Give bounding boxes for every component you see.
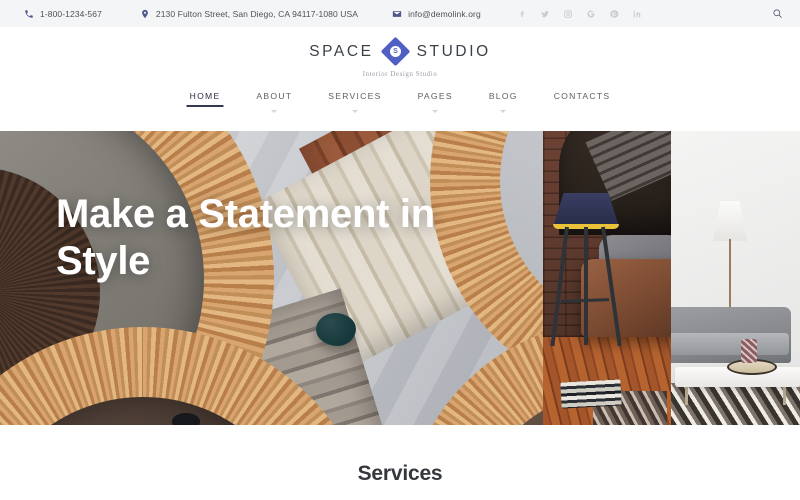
chevron-down-icon bbox=[432, 110, 438, 113]
social-links bbox=[516, 8, 642, 19]
ottoman bbox=[316, 313, 356, 346]
brick-room-lamp-photo[interactable] bbox=[543, 131, 671, 425]
striped-rug bbox=[671, 383, 800, 425]
spiral-staircase-photo[interactable] bbox=[0, 131, 543, 425]
logo-word-right: STUDIO bbox=[417, 43, 491, 61]
person-hat bbox=[172, 413, 200, 425]
envelope-icon bbox=[392, 9, 402, 19]
chevron-down-icon bbox=[271, 110, 277, 113]
top-contact-bar: 1-800-1234-567 2130 Fulton Street, San D… bbox=[0, 0, 800, 27]
address-text: 2130 Fulton Street, San Diego, CA 94117-… bbox=[156, 9, 358, 19]
nav-label-contacts: CONTACTS bbox=[554, 91, 611, 101]
map-pin-icon bbox=[140, 9, 150, 19]
table-leg bbox=[685, 385, 688, 405]
logo[interactable]: SPACE S STUDIO bbox=[309, 41, 491, 62]
lamp-leg bbox=[584, 227, 588, 345]
decor-vase bbox=[741, 339, 757, 363]
twitter-icon[interactable] bbox=[539, 8, 550, 19]
google-plus-icon[interactable] bbox=[585, 8, 596, 19]
email-contact[interactable]: info@demolink.org bbox=[392, 9, 481, 19]
pinterest-icon[interactable] bbox=[608, 8, 619, 19]
stack-of-books bbox=[560, 379, 621, 408]
sofa-seat bbox=[671, 333, 789, 355]
nav-item-home[interactable]: HOME bbox=[172, 91, 239, 113]
phone-text: 1-800-1234-567 bbox=[40, 9, 102, 19]
nav-label-pages: PAGES bbox=[418, 91, 453, 101]
nav-active-underline bbox=[187, 105, 224, 107]
site-header: SPACE S STUDIO Interior Design Studio HO… bbox=[0, 27, 800, 131]
main-navigation: HOME ABOUT SERVICES PAGES BLOG CONTACTS bbox=[172, 91, 629, 113]
logo-diamond-icon: S bbox=[380, 37, 410, 67]
hero-banner: Make a Statement in Style bbox=[0, 131, 800, 425]
nav-label-services: SERVICES bbox=[328, 91, 381, 101]
search-icon[interactable] bbox=[770, 7, 784, 21]
phone-contact[interactable]: 1-800-1234-567 bbox=[24, 9, 102, 19]
nav-label-about: ABOUT bbox=[256, 91, 292, 101]
facebook-icon[interactable] bbox=[516, 8, 527, 19]
instagram-icon[interactable] bbox=[562, 8, 573, 19]
phone-icon bbox=[24, 9, 34, 19]
logo-tagline: Interior Design Studio bbox=[363, 70, 438, 78]
nav-item-contacts[interactable]: CONTACTS bbox=[536, 91, 629, 113]
address-contact[interactable]: 2130 Fulton Street, San Diego, CA 94117-… bbox=[140, 9, 358, 19]
chevron-down-icon bbox=[352, 110, 358, 113]
logo-mark-letter: S bbox=[390, 46, 401, 57]
nav-item-about[interactable]: ABOUT bbox=[238, 91, 310, 113]
services-heading: Services bbox=[358, 462, 443, 486]
logo-word-left: SPACE bbox=[309, 43, 373, 61]
nav-label-blog: BLOG bbox=[489, 91, 518, 101]
nav-item-blog[interactable]: BLOG bbox=[471, 91, 536, 113]
light-living-room-photo[interactable] bbox=[671, 131, 800, 425]
nav-item-services[interactable]: SERVICES bbox=[310, 91, 399, 113]
chevron-down-icon bbox=[500, 110, 506, 113]
person-on-stairs bbox=[166, 413, 206, 425]
nav-item-pages[interactable]: PAGES bbox=[400, 91, 471, 113]
services-section: Services bbox=[0, 425, 800, 500]
linkedin-icon[interactable] bbox=[631, 8, 642, 19]
lamp-shade bbox=[553, 193, 619, 227]
email-text: info@demolink.org bbox=[408, 9, 481, 19]
nav-label-home: HOME bbox=[190, 91, 221, 101]
table-leg bbox=[783, 385, 786, 405]
